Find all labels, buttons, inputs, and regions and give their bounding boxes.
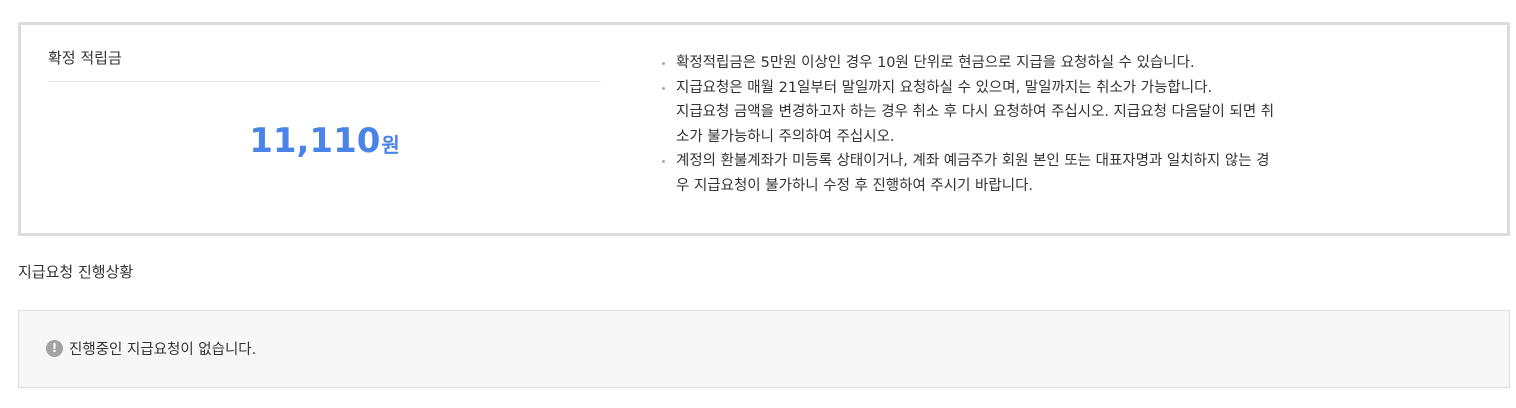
- confirmed-points-title: 확정 적립금: [48, 49, 122, 67]
- bullet-dot-icon: [662, 86, 665, 90]
- status-message-text: 진행중인 지급요청이 없습니다.: [69, 341, 257, 358]
- bullet-dot-icon: [662, 160, 665, 163]
- summary-divider: [48, 81, 601, 82]
- payout-status-box: ! 진행중인 지급요청이 없습니다.: [18, 310, 1510, 388]
- confirmed-points-summary: 확정 적립금 11,110원: [48, 25, 601, 233]
- amount-unit: 원: [381, 133, 400, 157]
- confirmed-points-amount: 11,110원: [48, 121, 601, 161]
- empty-status-message: ! 진행중인 지급요청이 없습니다.: [46, 339, 257, 358]
- notice-line: 계정의 환불계좌가 미등록 상태이거나, 계좌 예금주가 회원 본인 또는 대표…: [676, 153, 1270, 169]
- notice-item: 계정의 환불계좌가 미등록 상태이거나, 계좌 예금주가 회원 본인 또는 대표…: [662, 149, 1492, 198]
- notice-line: 지급요청은 매월 21일부터 말일까지 요청하실 수 있으며, 말일까지는 취소…: [676, 79, 1213, 96]
- bullet-dot-icon: [662, 62, 665, 65]
- amount-value: 11,110: [249, 121, 381, 161]
- notice-line: 확정적립금은 5만원 이상인 경우 10원 단위로 현금으로 지급을 요청하실 …: [676, 55, 1195, 71]
- notice-list: 확정적립금은 5만원 이상인 경우 10원 단위로 현금으로 지급을 요청하실 …: [662, 51, 1492, 198]
- notice-item: 확정적립금은 5만원 이상인 경우 10원 단위로 현금으로 지급을 요청하실 …: [662, 51, 1492, 76]
- notice-line: 우 지급요청이 불가하니 수정 후 진행하여 주시기 바랍니다.: [676, 177, 1034, 194]
- confirmed-points-panel: 확정 적립금 11,110원 확정적립금은 5만원 이상인 경우 10원 단위로…: [18, 22, 1510, 236]
- notice-item: 지급요청은 매월 21일부터 말일까지 요청하실 수 있으며, 말일까지는 취소…: [662, 76, 1492, 150]
- payout-status-title: 지급요청 진행상황: [18, 263, 134, 281]
- notice-line: 지급요청 금액을 변경하고자 하는 경우 취소 후 다시 요청하여 주십시오. …: [676, 104, 1275, 120]
- notice-line: 소가 불가능하니 주의하여 주십시오.: [676, 128, 895, 145]
- exclamation-icon: !: [46, 339, 63, 357]
